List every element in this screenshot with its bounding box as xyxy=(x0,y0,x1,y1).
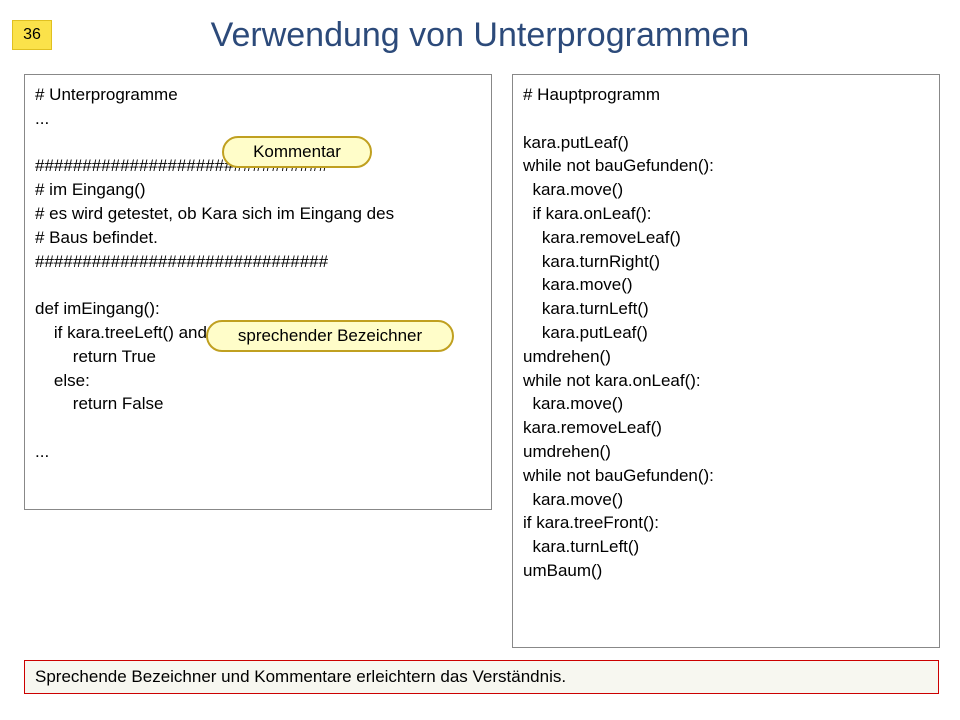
callout-kommentar: Kommentar xyxy=(222,136,372,168)
code-box-right: # Hauptprogramm kara.putLeaf() while not… xyxy=(512,74,940,648)
callout-bezeichner: sprechender Bezeichner xyxy=(206,320,454,352)
footer-note: Sprechende Bezeichner und Kommentare erl… xyxy=(24,660,939,694)
slide-title: Verwendung von Unterprogrammen xyxy=(0,16,960,55)
